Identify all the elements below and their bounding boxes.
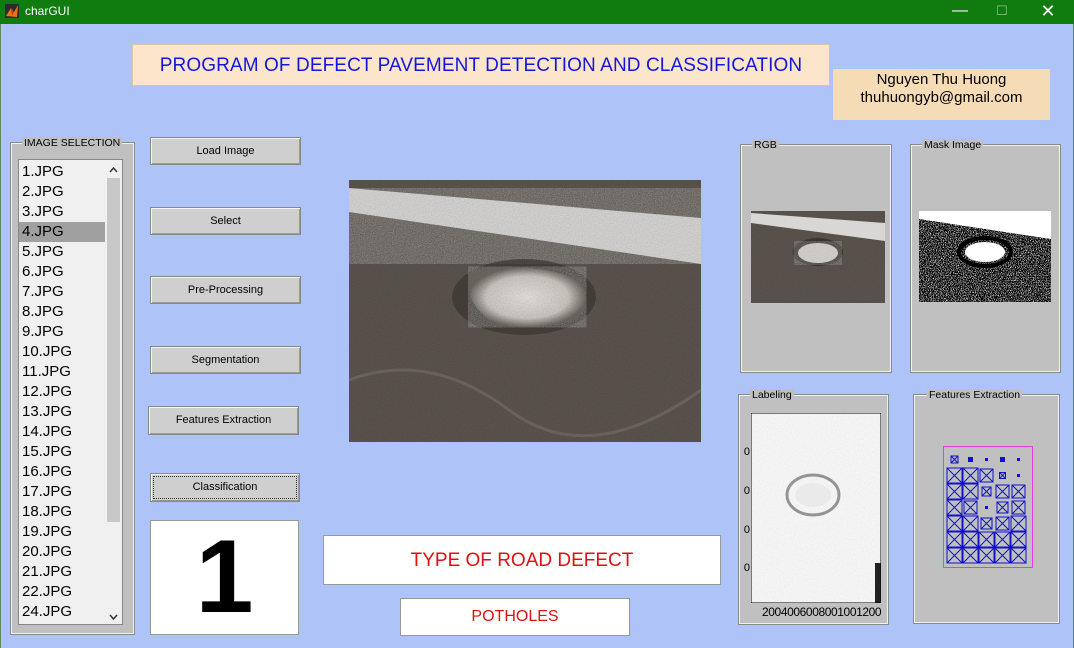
load-image-label: Load Image: [196, 145, 255, 157]
author-panel: Nguyen Thu Huong thuhuongyb@gmail.com: [833, 69, 1050, 120]
feature-cell: [1017, 474, 1020, 477]
image-list-item[interactable]: 10.JPG: [19, 342, 105, 362]
author-email: thuhuongyb@gmail.com: [860, 89, 1023, 106]
defect-type-heading: TYPE OF ROAD DEFECT: [410, 550, 634, 571]
minimize-button[interactable]: —: [937, 0, 983, 24]
preprocessing-label: Pre-Processing: [187, 284, 264, 296]
features-grid-plot: [943, 446, 1033, 568]
image-list-item[interactable]: 11.JPG: [19, 362, 105, 382]
labeling-ytick: 0: [743, 485, 750, 497]
image-list-item[interactable]: 5.JPG: [19, 242, 105, 262]
image-list-item[interactable]: 18.JPG: [19, 502, 105, 522]
program-title-panel: PROGRAM OF DEFECT PAVEMENT DETECTION AND…: [132, 44, 830, 86]
image-list-item[interactable]: 15.JPG: [19, 442, 105, 462]
image-list-item[interactable]: 2.JPG: [19, 182, 105, 202]
image-list-item[interactable]: 9.JPG: [19, 322, 105, 342]
feature-cell: [968, 457, 973, 462]
window-border-left: [0, 24, 1, 648]
class-result-box: 1: [150, 520, 299, 635]
labeling-ytick: 0: [743, 562, 750, 574]
load-image-button[interactable]: Load Image: [150, 137, 301, 165]
maximize-button[interactable]: ☐: [979, 0, 1025, 24]
segmentation-button[interactable]: Segmentation: [150, 346, 301, 374]
image-list-item[interactable]: 6.JPG: [19, 262, 105, 282]
rgb-thumbnail: [751, 211, 885, 303]
image-list-item[interactable]: 8.JPG: [19, 302, 105, 322]
pavement-image: [348, 180, 702, 442]
features-extraction-button[interactable]: Features Extraction: [148, 406, 299, 435]
mask-image-label: Mask Image: [922, 139, 984, 151]
defect-type-box: TYPE OF ROAD DEFECT: [323, 535, 721, 585]
window-titlebar: [0, 0, 1074, 24]
feature-cell: [985, 506, 988, 509]
image-list-item[interactable]: 16.JPG: [19, 462, 105, 482]
image-selection-label: IMAGE SELECTION: [22, 137, 123, 149]
class-result-number: 1: [195, 519, 254, 635]
image-list-item[interactable]: 17.JPG: [19, 482, 105, 502]
classification-button[interactable]: Classification: [150, 473, 300, 502]
select-button[interactable]: Select: [150, 207, 301, 235]
defect-name: POTHOLES: [471, 608, 559, 625]
feature-cell: [985, 458, 988, 461]
image-list-item[interactable]: 12.JPG: [19, 382, 105, 402]
image-list-item[interactable]: 24.JPG: [19, 602, 105, 622]
image-list-item[interactable]: 1.JPG: [19, 162, 105, 182]
defect-name-box: POTHOLES: [400, 598, 630, 636]
matlab-icon: [5, 4, 19, 18]
image-list-item[interactable]: 14.JPG: [19, 422, 105, 442]
image-list-item[interactable]: 13.JPG: [19, 402, 105, 422]
program-title: PROGRAM OF DEFECT PAVEMENT DETECTION AND…: [159, 55, 803, 76]
window-title: charGUI: [25, 4, 70, 18]
image-list-item[interactable]: 21.JPG: [19, 562, 105, 582]
feature-cell: [1017, 458, 1020, 461]
image-list-item[interactable]: 20.JPG: [19, 542, 105, 562]
labeling-ytick: 0: [743, 446, 750, 458]
image-list-item[interactable]: 3.JPG: [19, 202, 105, 222]
feature-cell: [1000, 457, 1005, 462]
listbox-scroll-thumb[interactable]: [107, 178, 120, 522]
features-extraction-label: Features Extraction: [175, 414, 272, 426]
rgb-label: RGB: [752, 139, 779, 151]
image-list-item[interactable]: 4.JPG: [19, 222, 105, 242]
mask-thumbnail: [919, 211, 1051, 302]
labeling-label: Labeling: [750, 389, 794, 401]
segmentation-label: Segmentation: [191, 354, 260, 366]
features-extraction-panel-label: Features Extraction: [927, 389, 1023, 401]
labeling-axes: [750, 412, 882, 604]
image-list-item[interactable]: 19.JPG: [19, 522, 105, 542]
image-list-item[interactable]: 22.JPG: [19, 582, 105, 602]
author-name: Nguyen Thu Huong: [876, 71, 1007, 88]
image-list-item[interactable]: 7.JPG: [19, 282, 105, 302]
select-label: Select: [210, 215, 241, 227]
scroll-down-arrow-icon[interactable]: [105, 609, 122, 625]
classification-label: Classification: [192, 481, 258, 493]
close-button[interactable]: ✕: [1025, 0, 1071, 24]
preprocessing-button[interactable]: Pre-Processing: [150, 276, 301, 304]
scroll-up-arrow-icon[interactable]: [105, 162, 122, 178]
labeling-ytick: 0: [743, 524, 750, 536]
labeling-xticks: 2004006008001001200: [762, 605, 882, 619]
